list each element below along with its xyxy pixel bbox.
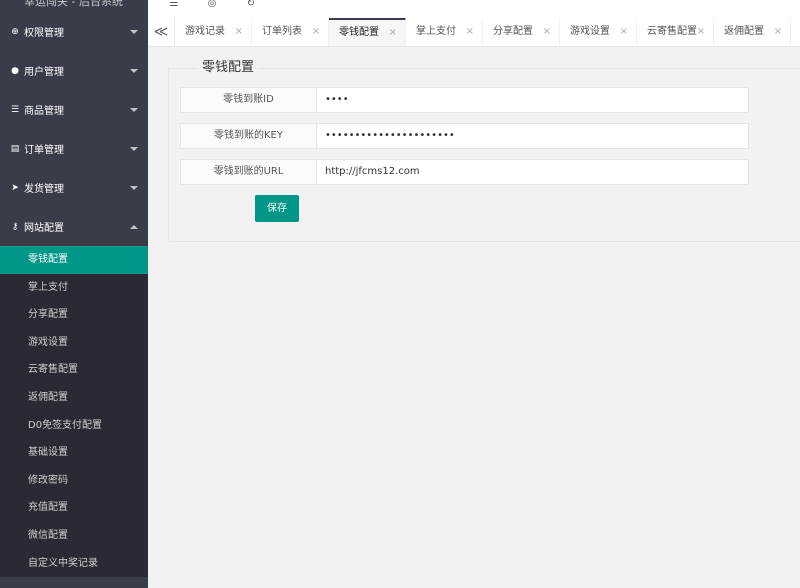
close-icon[interactable]: × [389,20,397,46]
app-title: 幸运闯关 - 后台系统 [24,0,123,8]
nav-group-label: 商品管理 [24,106,64,117]
form-row-wallet-url: 零钱到账的URL http://jfcms12.com [180,159,749,185]
list-icon: ☰ [10,104,20,115]
nav-group-orders[interactable]: ▤ 订单管理 [0,129,148,168]
nav-group-permissions[interactable]: ⊕ 权限管理 [0,12,148,51]
theme-icon[interactable]: ◎ [205,0,219,10]
chevron-down-icon [130,107,138,112]
wallet-key-field[interactable]: •••••••••••••••••••••• [317,123,749,149]
nav-group-label: 订单管理 [24,145,64,156]
tab-game-settings[interactable]: 游戏设置 × [560,18,637,46]
close-icon[interactable]: × [774,18,782,46]
nav-group-label: 网站配置 [24,223,64,234]
field-label: 零钱到账的KEY [180,123,317,149]
field-label: 零钱到账ID [180,87,317,113]
sidebar-item-custom-winners[interactable]: 自定义中奖记录 [0,550,148,578]
sidebar-item-cloud-consign[interactable]: 云寄售配置 [0,356,148,384]
tabs-scroll-left-icon[interactable]: ≪ [148,18,175,46]
nav-group-label: 用户管理 [24,67,64,78]
tab-label: 订单列表 [262,26,302,37]
sidebar-item-recharge[interactable]: 充值配置 [0,494,148,522]
sidebar-item-wallet-config[interactable]: 零钱配置 [0,246,148,274]
tab-label: 掌上支付 [416,26,456,37]
sidebar-item-palm-pay[interactable]: 掌上支付 [0,274,148,302]
chevron-down-icon [130,68,138,73]
sidebar-item-d0-pay[interactable]: D0免签支付配置 [0,412,148,440]
sidebar-item-change-password[interactable]: 修改密码 [0,467,148,495]
tab-cloud-consign[interactable]: 云寄售配置 × [637,18,714,46]
tab-wallet-config[interactable]: 零钱配置 × [329,18,406,46]
sidebar: 幸运闯关 - 后台系统 ⊕ 权限管理 ● 用户管理 ☰ 商品管理 ▤ 订单管理 … [0,0,148,588]
tab-order-list[interactable]: 订单列表 × [252,18,329,46]
close-icon[interactable]: × [620,18,628,46]
key-icon: ⚷ [11,221,19,232]
tab-palm-pay[interactable]: 掌上支付 × [406,18,483,46]
rocket-icon: ➤ [11,182,19,193]
tab-label: 返佣配置 [724,26,764,37]
fieldset-legend: 零钱配置 [198,60,259,76]
wallet-id-field[interactable]: •••• [317,87,749,113]
nav-group-site-config[interactable]: ⚷ 网站配置 [0,207,148,246]
subnav: 零钱配置 掌上支付 分享配置 游戏设置 云寄售配置 返佣配置 D0免签支付配置 … [0,246,148,578]
chevron-down-icon [130,146,138,151]
chevron-up-icon [130,224,138,229]
field-label: 零钱到账的URL [180,159,317,185]
form-row-wallet-key: 零钱到账的KEY •••••••••••••••••••••• [180,123,749,149]
tab-commission[interactable]: 返佣配置 × [714,18,791,46]
nav-group-users[interactable]: ● 用户管理 [0,51,148,90]
close-icon[interactable]: × [697,18,705,46]
close-icon[interactable]: × [543,18,551,46]
tab-label: 游戏设置 [570,26,610,37]
card-icon: ▤ [10,143,20,154]
tab-game-records[interactable]: 游戏记录 × [175,18,252,46]
tab-label: 零钱配置 [339,27,379,38]
refresh-icon[interactable]: ↻ [244,0,258,10]
chevron-down-icon [130,29,138,34]
nav-group-shipping[interactable]: ➤ 发货管理 [0,168,148,207]
sidebar-item-wechat[interactable]: 微信配置 [0,522,148,550]
tab-label: 分享配置 [493,26,533,37]
user-icon: ● [11,65,19,76]
close-icon[interactable]: × [466,18,474,46]
nav-group-label: 权限管理 [24,28,64,39]
form-row-wallet-id: 零钱到账ID •••• [180,87,749,113]
topbar: ☰ ◎ ↻ [148,0,800,18]
tab-label: 游戏记录 [185,26,225,37]
tab-bar: ≪ 游戏记录 × 订单列表 × 零钱配置 × 掌上支付 × 分享配置 × 游戏设… [148,18,800,47]
sidebar-item-share-config[interactable]: 分享配置 [0,301,148,329]
nav-group-label: 发货管理 [24,184,64,195]
close-icon[interactable]: × [312,18,320,46]
globe-icon: ⊕ [11,26,19,37]
sidebar-item-basic-settings[interactable]: 基础设置 [0,439,148,467]
menu-toggle-icon[interactable]: ☰ [167,0,181,10]
wallet-url-field[interactable]: http://jfcms12.com [317,159,749,185]
chevron-down-icon [130,185,138,190]
close-icon[interactable]: × [235,18,243,46]
sidebar-item-commission[interactable]: 返佣配置 [0,384,148,412]
nav-group-products[interactable]: ☰ 商品管理 [0,90,148,129]
save-button[interactable]: 保存 [255,195,299,222]
tab-share-config[interactable]: 分享配置 × [483,18,560,46]
sidebar-item-game-settings[interactable]: 游戏设置 [0,329,148,357]
tab-label: 云寄售配置 [647,26,697,37]
